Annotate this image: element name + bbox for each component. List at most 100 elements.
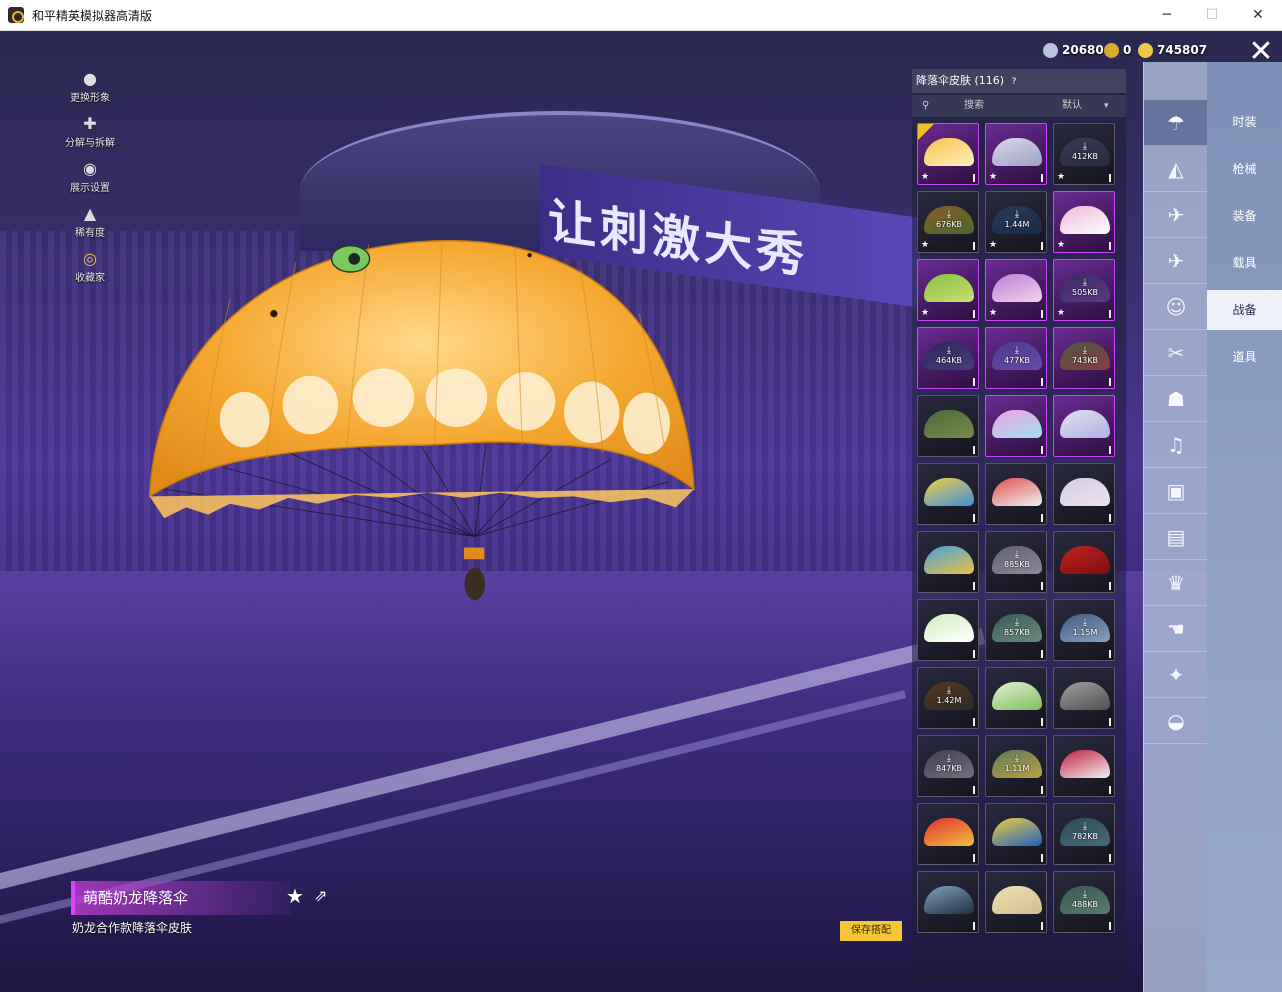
download-badge: ⤓ 847KB (918, 754, 978, 774)
skin-tile[interactable] (917, 395, 979, 457)
skin-tile[interactable]: ★ (917, 123, 979, 185)
download-icon: ⤓ (1082, 277, 1088, 288)
skin-tile[interactable] (1053, 667, 1115, 729)
star-icon: ★ (921, 308, 930, 318)
picture-icon[interactable]: ▤ (1144, 514, 1208, 560)
skin-tile[interactable]: ⤓ 488KB (1053, 871, 1115, 933)
skin-tile[interactable]: ★ (985, 259, 1047, 321)
skin-tile[interactable]: ⤓ 857KB (985, 599, 1047, 661)
side-item-disassemble[interactable]: ✚ 分解与拆解 (60, 114, 120, 149)
maximize-button[interactable]: ☐ (1201, 4, 1223, 26)
search-input[interactable]: 搜索 (964, 95, 984, 117)
skin-tile[interactable] (985, 871, 1047, 933)
side-item-rarity[interactable]: ▲ 稀有度 (60, 204, 120, 239)
star-icon: ★ (921, 240, 930, 250)
skin-tile[interactable]: ⤓ 505KB ★ (1053, 259, 1115, 321)
skin-tile[interactable] (917, 803, 979, 865)
chevron-down-icon[interactable]: ▾ (1104, 95, 1109, 117)
bowl-icon[interactable]: ◒ (1144, 698, 1208, 744)
skin-tile[interactable]: ⤓ 1.44M ★ (985, 191, 1047, 253)
side-item-change-look[interactable]: ● 更换形象 (60, 69, 120, 104)
tab-5[interactable]: 道具 (1207, 337, 1282, 377)
skin-tile[interactable]: ⤓ 676KB ★ (917, 191, 979, 253)
save-outfit-button[interactable]: 保存搭配 (840, 921, 902, 941)
download-icon: ⤓ (1082, 141, 1088, 152)
skin-tile[interactable] (917, 871, 979, 933)
speaker-icon[interactable]: ♫ (1144, 422, 1208, 468)
tile-marker (1041, 650, 1043, 658)
favorite-star-icon[interactable]: ★ (286, 884, 304, 908)
skin-tile[interactable] (1053, 735, 1115, 797)
star-icon: ★ (989, 308, 998, 318)
skin-tile[interactable] (985, 463, 1047, 525)
glider-icon[interactable]: ◭ (1144, 146, 1208, 192)
skin-tile[interactable] (917, 599, 979, 661)
side-item-display-settings[interactable]: ◉ 展示设置 (60, 159, 120, 194)
tab-1[interactable]: 枪械 (1207, 149, 1282, 189)
skin-tile[interactable] (917, 463, 979, 525)
tab-4[interactable]: 战备 (1207, 290, 1282, 330)
sort-select[interactable]: 默认 (1062, 95, 1082, 117)
minimize-button[interactable]: ─ (1156, 4, 1178, 26)
tab-2[interactable]: 装备 (1207, 196, 1282, 236)
skin-tile[interactable] (917, 531, 979, 593)
skin-tile[interactable]: ⤓ 743KB (1053, 327, 1115, 389)
skin-tile[interactable]: ⤓ 885KB (985, 531, 1047, 593)
trophy-icon[interactable]: ♛ (1144, 560, 1208, 606)
flame-icon: ▲ (83, 204, 97, 223)
tab-3[interactable]: 载具 (1207, 243, 1282, 283)
skin-tile[interactable]: ⤓ 847KB (917, 735, 979, 797)
item-name: 萌酷奶龙降落伞 (71, 881, 291, 915)
tile-marker (1041, 514, 1043, 522)
skin-tile[interactable]: ⤓ 464KB (917, 327, 979, 389)
side-item-collector[interactable]: ◎ 收藏家 (60, 249, 120, 284)
emote-icon[interactable]: ☺ (1144, 284, 1208, 330)
download-icon: ⤓ (1082, 821, 1088, 832)
skin-tile[interactable] (1053, 395, 1115, 457)
skin-tile[interactable] (985, 395, 1047, 457)
search-icon[interactable]: ⚲ (922, 95, 929, 117)
skin-tile[interactable]: ★ (917, 259, 979, 321)
skin-tile[interactable]: ⤓ 1.11M (985, 735, 1047, 797)
tab-0[interactable]: 时装 (1207, 102, 1282, 142)
skin-tile[interactable]: ⤓ 1.42M (917, 667, 979, 729)
tile-marker (973, 446, 975, 454)
tile-marker (1041, 242, 1043, 250)
skin-tile[interactable] (985, 803, 1047, 865)
skin-tile[interactable]: ⤓ 477KB (985, 327, 1047, 389)
parachute-icon[interactable]: ☂ (1144, 100, 1208, 146)
app-window: 和平精英模拟器高清版 ─ ☐ ✕ 让刺激大秀 ● 更换形象 ✚ 分解与拆解 ◉ … (0, 0, 1282, 992)
gamepad-icon[interactable]: ▣ (1144, 468, 1208, 514)
eye-icon: ◉ (83, 159, 97, 178)
aircraft-icon[interactable]: ✈ (1144, 238, 1208, 284)
skin-tile[interactable]: ⤓ 782KB (1053, 803, 1115, 865)
title-bar: 和平精英模拟器高清版 ─ ☐ ✕ (0, 0, 1282, 31)
star-icon: ★ (989, 172, 998, 182)
plane-trail-icon[interactable]: ✈ (1144, 192, 1208, 238)
download-size: 1.15M (1072, 628, 1098, 637)
skin-tile[interactable]: ⤓ 1.15M (1053, 599, 1115, 661)
share-icon[interactable]: ⇗ (314, 886, 327, 905)
side-item-label: 更换形象 (70, 93, 110, 104)
tile-marker (973, 922, 975, 930)
magic-wand-icon[interactable]: ✦ (1144, 652, 1208, 698)
download-size: 1.11M (1004, 764, 1030, 773)
window-close-button[interactable]: ✕ (1247, 4, 1269, 26)
close-icon[interactable]: ✕ (1245, 37, 1277, 69)
download-badge: ⤓ 412KB (1054, 141, 1114, 162)
skin-tile[interactable] (985, 667, 1047, 729)
robot-icon[interactable]: ☗ (1144, 376, 1208, 422)
skin-tile[interactable]: ★ (985, 123, 1047, 185)
hand-icon[interactable]: ☚ (1144, 606, 1208, 652)
help-icon[interactable]: ? (1012, 77, 1017, 87)
skin-tile[interactable] (1053, 531, 1115, 593)
parachute-thumbnail (992, 886, 1042, 914)
download-size: 857KB (1003, 628, 1030, 637)
skin-tile[interactable] (1053, 463, 1115, 525)
tools-icon[interactable]: ✂ (1144, 330, 1208, 376)
skin-tile[interactable]: ★ (1053, 191, 1115, 253)
parachute-preview[interactable] (40, 226, 800, 606)
download-size: 464KB (935, 356, 962, 365)
skin-tile[interactable]: ⤓ 412KB ★ (1053, 123, 1115, 185)
person-icon: ● (83, 69, 97, 88)
